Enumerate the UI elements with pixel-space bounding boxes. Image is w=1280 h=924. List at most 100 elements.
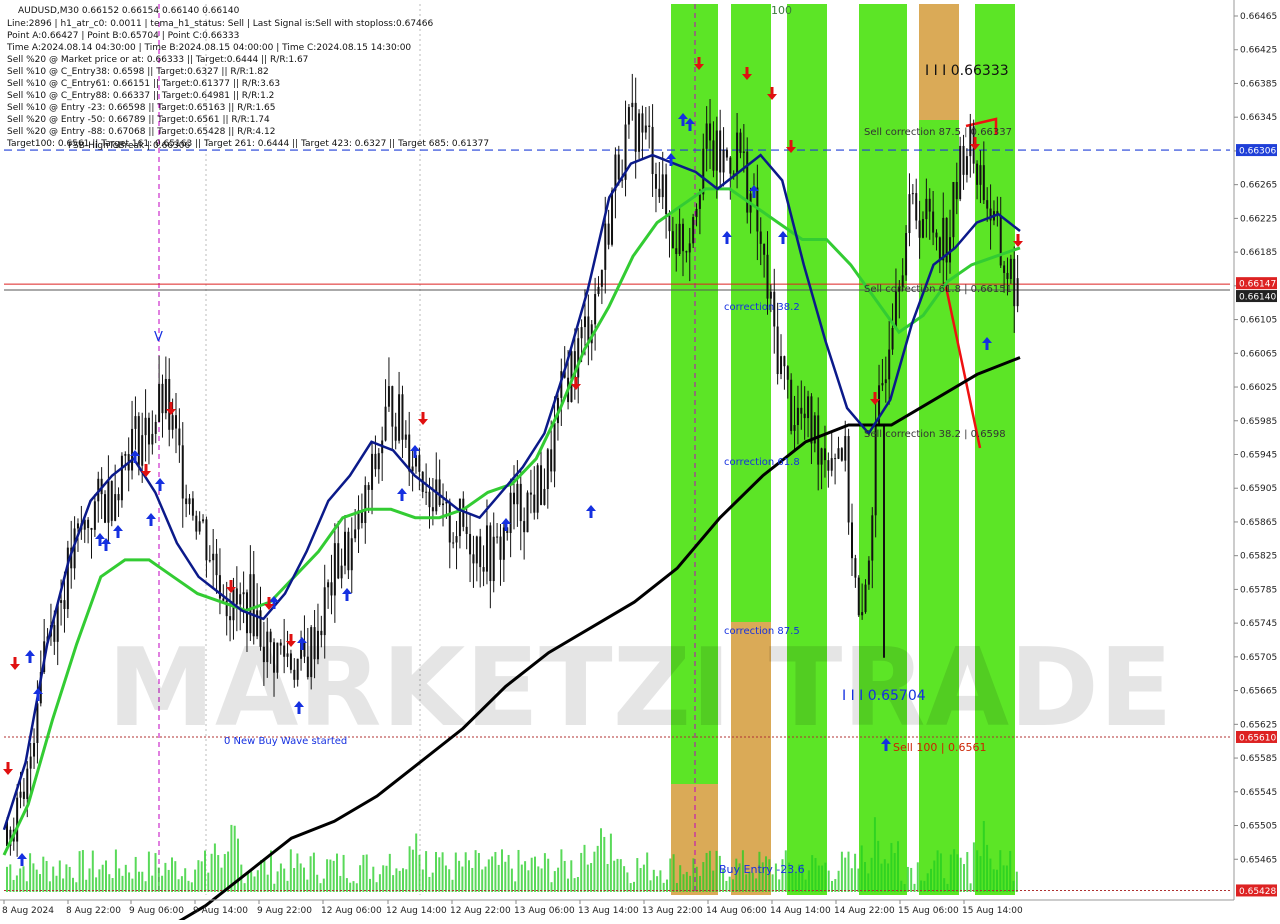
volume-bar	[441, 852, 444, 892]
volume-bar	[164, 862, 167, 892]
candle-body	[482, 567, 485, 572]
candle-body	[550, 449, 553, 472]
volume-bar	[877, 840, 880, 892]
volume-bar	[864, 862, 866, 892]
volume-bar	[590, 863, 593, 892]
volume-bar	[336, 853, 338, 892]
sell-100-label: Sell 100 | 0.6561	[893, 741, 987, 754]
candle-body	[144, 417, 147, 436]
volume-bar	[421, 869, 424, 892]
y-tick-label: 0.65745	[1240, 619, 1277, 629]
candle-body	[823, 448, 826, 461]
candle-body	[1009, 258, 1012, 279]
volume-bar	[101, 864, 104, 892]
candle-body	[607, 223, 610, 245]
volume-bar	[817, 865, 820, 892]
y-tick-label: 0.65505	[1240, 822, 1277, 832]
price-badge-label: 0.65610	[1239, 733, 1276, 743]
volume-bar	[999, 850, 1002, 892]
candle-body	[820, 448, 823, 465]
volume-bar	[392, 875, 395, 892]
price-badge-label: 0.66147	[1239, 280, 1276, 290]
candle-body	[104, 494, 107, 523]
volume-bar	[745, 874, 748, 892]
candle-body	[337, 543, 340, 579]
candle-body	[965, 156, 968, 175]
candle-body	[1003, 265, 1006, 273]
candle-body	[496, 536, 499, 538]
volume-bar	[837, 870, 840, 892]
candle-body	[719, 130, 722, 173]
volume-bar	[111, 878, 114, 892]
y-tick-label: 0.65465	[1240, 855, 1277, 865]
candle-body	[682, 223, 684, 252]
y-tick-label: 0.66465	[1240, 12, 1277, 22]
info-line: Sell %20 @ Entry -88: 0.67068 || Target:…	[7, 127, 275, 137]
candle-body	[783, 356, 786, 367]
volume-bar	[705, 852, 708, 892]
volume-bar	[415, 833, 418, 892]
candle-body	[384, 406, 387, 441]
x-tick-label: 9 Aug 06:00	[129, 906, 184, 916]
candle-body	[472, 554, 475, 564]
volume-bar	[332, 860, 335, 892]
candle-body	[350, 538, 353, 571]
volume-bar	[840, 851, 843, 892]
y-tick-label: 0.65705	[1240, 653, 1277, 663]
volume-bar	[468, 860, 470, 892]
candle-body	[499, 536, 502, 560]
candle-body	[117, 494, 120, 501]
candle-body	[279, 642, 282, 646]
candle-body	[857, 577, 860, 616]
volume-bar	[477, 852, 480, 892]
volume-bar	[580, 852, 583, 892]
candle-body	[712, 140, 715, 171]
candle-body	[289, 653, 292, 670]
volume-bar	[461, 866, 464, 892]
volume-bar	[444, 865, 447, 892]
candle-body	[404, 434, 407, 440]
candle-body	[725, 149, 728, 158]
info-line: Sell %10 @ C_Entry61: 0.66151 || Target:…	[7, 79, 280, 89]
volume-bar	[316, 874, 319, 892]
candle-body	[658, 188, 661, 198]
volume-bar	[989, 858, 992, 892]
volume-bar	[35, 869, 38, 892]
candle-body	[63, 600, 66, 610]
volume-bar	[600, 828, 602, 892]
candle-body	[793, 425, 796, 431]
candle-body	[952, 182, 955, 238]
volume-bar	[976, 850, 979, 892]
volume-bar	[32, 863, 35, 892]
candle-body	[932, 211, 935, 233]
candle-body	[840, 448, 843, 461]
volume-bar	[91, 850, 94, 892]
volume-bar	[715, 850, 718, 892]
candle-body	[864, 584, 867, 613]
candle-body	[164, 378, 167, 414]
volume-bar	[527, 870, 530, 892]
volume-bar	[609, 833, 612, 892]
volume-bar	[883, 859, 886, 892]
candle-body	[597, 286, 600, 295]
candle-body	[675, 248, 678, 255]
candle-body	[53, 625, 56, 642]
candle-body	[867, 560, 870, 585]
candle-body	[611, 190, 614, 245]
volume-bar	[345, 878, 348, 892]
candle-body	[377, 453, 380, 470]
volume-bar	[114, 849, 117, 892]
candle-body	[871, 515, 874, 561]
chart-root: MARKETZI TRADE 0.66465 0.66425 0.66385 0.66…	[0, 0, 1280, 924]
buy-entry-label: Buy Entry -23.6	[719, 863, 805, 876]
candle-body	[489, 525, 492, 582]
candle-body	[722, 149, 725, 173]
candle-body	[394, 426, 397, 441]
sell-correction-38-label: Sell correction 38.2 | 0.6598	[864, 429, 1006, 440]
candle-body	[110, 480, 113, 521]
volume-bar	[504, 861, 507, 892]
candle-body	[847, 436, 850, 523]
candle-body	[262, 646, 265, 663]
y-tick-label: 0.65785	[1240, 585, 1277, 595]
candle-body	[286, 653, 289, 657]
